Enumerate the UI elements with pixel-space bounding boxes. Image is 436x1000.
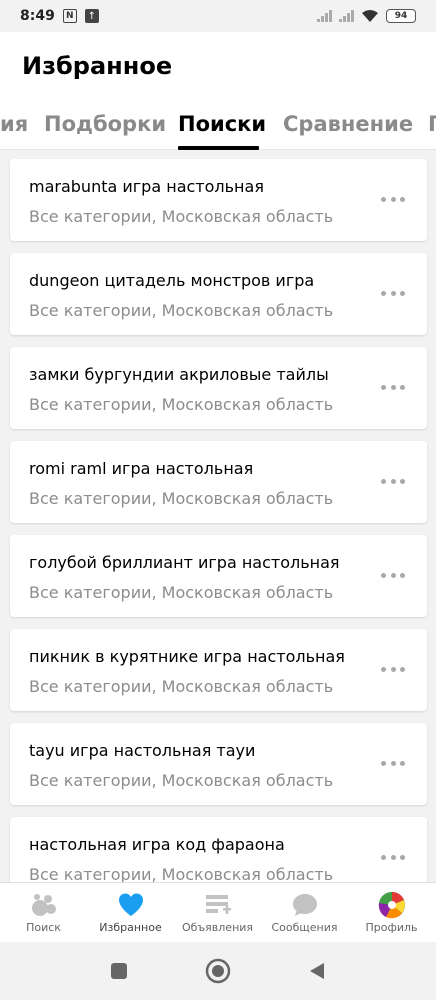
recent-apps-icon[interactable] — [106, 958, 132, 984]
saved-search-subtitle: Все категории, Московская область — [29, 301, 334, 320]
saved-search-subtitle: Все категории, Московская область — [29, 583, 334, 602]
nav-label: Профиль — [365, 921, 418, 934]
chat-bubble-icon — [291, 891, 319, 919]
nav-favorites[interactable]: Избранное — [87, 883, 174, 943]
avatar-icon — [378, 891, 406, 919]
system-navigation-bar — [0, 942, 436, 1000]
saved-search-subtitle: Все категории, Московская область — [29, 771, 334, 790]
status-time: 8:49 — [20, 8, 55, 24]
nav-listings[interactable]: Объявления — [174, 883, 261, 943]
saved-search-title: замки бургундии акриловые тайлы — [29, 365, 329, 384]
status-bar: 8:49 N ↑ 94 — [0, 0, 436, 32]
signal-icon — [317, 10, 332, 22]
saved-search-card[interactable]: tayu игра настольная тауи Все категории,… — [10, 723, 427, 805]
back-icon[interactable] — [304, 958, 330, 984]
nav-search[interactable]: Поиск — [0, 883, 87, 943]
nav-label: Объявления — [181, 921, 254, 934]
saved-search-title: romi raml игра настольная — [29, 459, 254, 478]
saved-searches-list: marabunta игра настольная Все категории,… — [0, 150, 436, 882]
saved-search-title: настольная игра код фараона — [29, 835, 285, 854]
more-options-icon[interactable] — [381, 753, 405, 773]
upload-icon: ↑ — [84, 9, 99, 23]
saved-search-card[interactable]: голубой бриллиант игра настольная Все ка… — [10, 535, 427, 617]
more-options-icon[interactable] — [381, 377, 405, 397]
saved-search-subtitle: Все категории, Московская область — [29, 865, 334, 882]
nav-messages[interactable]: Сообщения — [261, 883, 348, 943]
tab-bar: ия Подборки Поиски Сравнение П — [0, 110, 436, 150]
saved-search-title: пикник в курятнике игра настольная — [29, 647, 345, 666]
tab-collections-partial[interactable]: ия — [0, 112, 28, 136]
tab-partial-right[interactable]: П — [428, 112, 436, 136]
more-options-icon[interactable] — [381, 659, 405, 679]
tab-selections[interactable]: Подборки — [44, 112, 166, 136]
saved-search-title: dungeon цитадель монстров игра — [29, 271, 315, 290]
saved-search-card[interactable]: пикник в курятнике игра настольная Все к… — [10, 629, 427, 711]
listing-add-icon — [204, 891, 232, 919]
nav-label: Избранное — [99, 921, 162, 934]
saved-search-subtitle: Все категории, Московская область — [29, 489, 334, 508]
tab-searches[interactable]: Поиски — [178, 112, 266, 136]
saved-search-card[interactable]: romi raml игра настольная Все категории,… — [10, 441, 427, 523]
saved-search-subtitle: Все категории, Московская область — [29, 677, 334, 696]
header: Избранное ия Подборки Поиски Сравнение П — [0, 32, 436, 150]
signal-icon-2 — [339, 10, 354, 22]
battery-icon: 94 — [386, 9, 416, 23]
more-options-icon[interactable] — [381, 283, 405, 303]
more-options-icon[interactable] — [381, 565, 405, 585]
saved-search-card[interactable]: замки бургундии акриловые тайлы Все кате… — [10, 347, 427, 429]
bottom-navigation: Поиск Избранное Объявления Сообщения Про… — [0, 882, 436, 942]
saved-search-title: голубой бриллиант игра настольная — [29, 553, 340, 572]
saved-search-card[interactable]: dungeon цитадель монстров игра Все катег… — [10, 253, 427, 335]
nav-label: Сообщения — [271, 921, 338, 934]
search-dots-icon — [29, 891, 59, 919]
saved-search-card[interactable]: настольная игра код фараона Все категори… — [10, 817, 427, 882]
heart-icon — [117, 891, 145, 919]
home-icon[interactable] — [205, 958, 231, 984]
nav-label: Поиск — [26, 921, 61, 934]
more-options-icon[interactable] — [381, 471, 405, 491]
nav-profile[interactable]: Профиль — [348, 883, 435, 943]
saved-search-title: marabunta игра настольная — [29, 177, 264, 196]
saved-search-subtitle: Все категории, Московская область — [29, 395, 334, 414]
saved-search-title: tayu игра настольная тауи — [29, 741, 256, 760]
tab-comparison[interactable]: Сравнение — [283, 112, 413, 136]
page-title: Избранное — [22, 52, 173, 80]
nfc-icon: N — [62, 9, 77, 23]
saved-search-card[interactable]: marabunta игра настольная Все категории,… — [10, 159, 427, 241]
more-options-icon[interactable] — [381, 189, 405, 209]
saved-search-subtitle: Все категории, Московская область — [29, 207, 334, 226]
wifi-icon — [362, 10, 378, 22]
more-options-icon[interactable] — [381, 847, 405, 867]
